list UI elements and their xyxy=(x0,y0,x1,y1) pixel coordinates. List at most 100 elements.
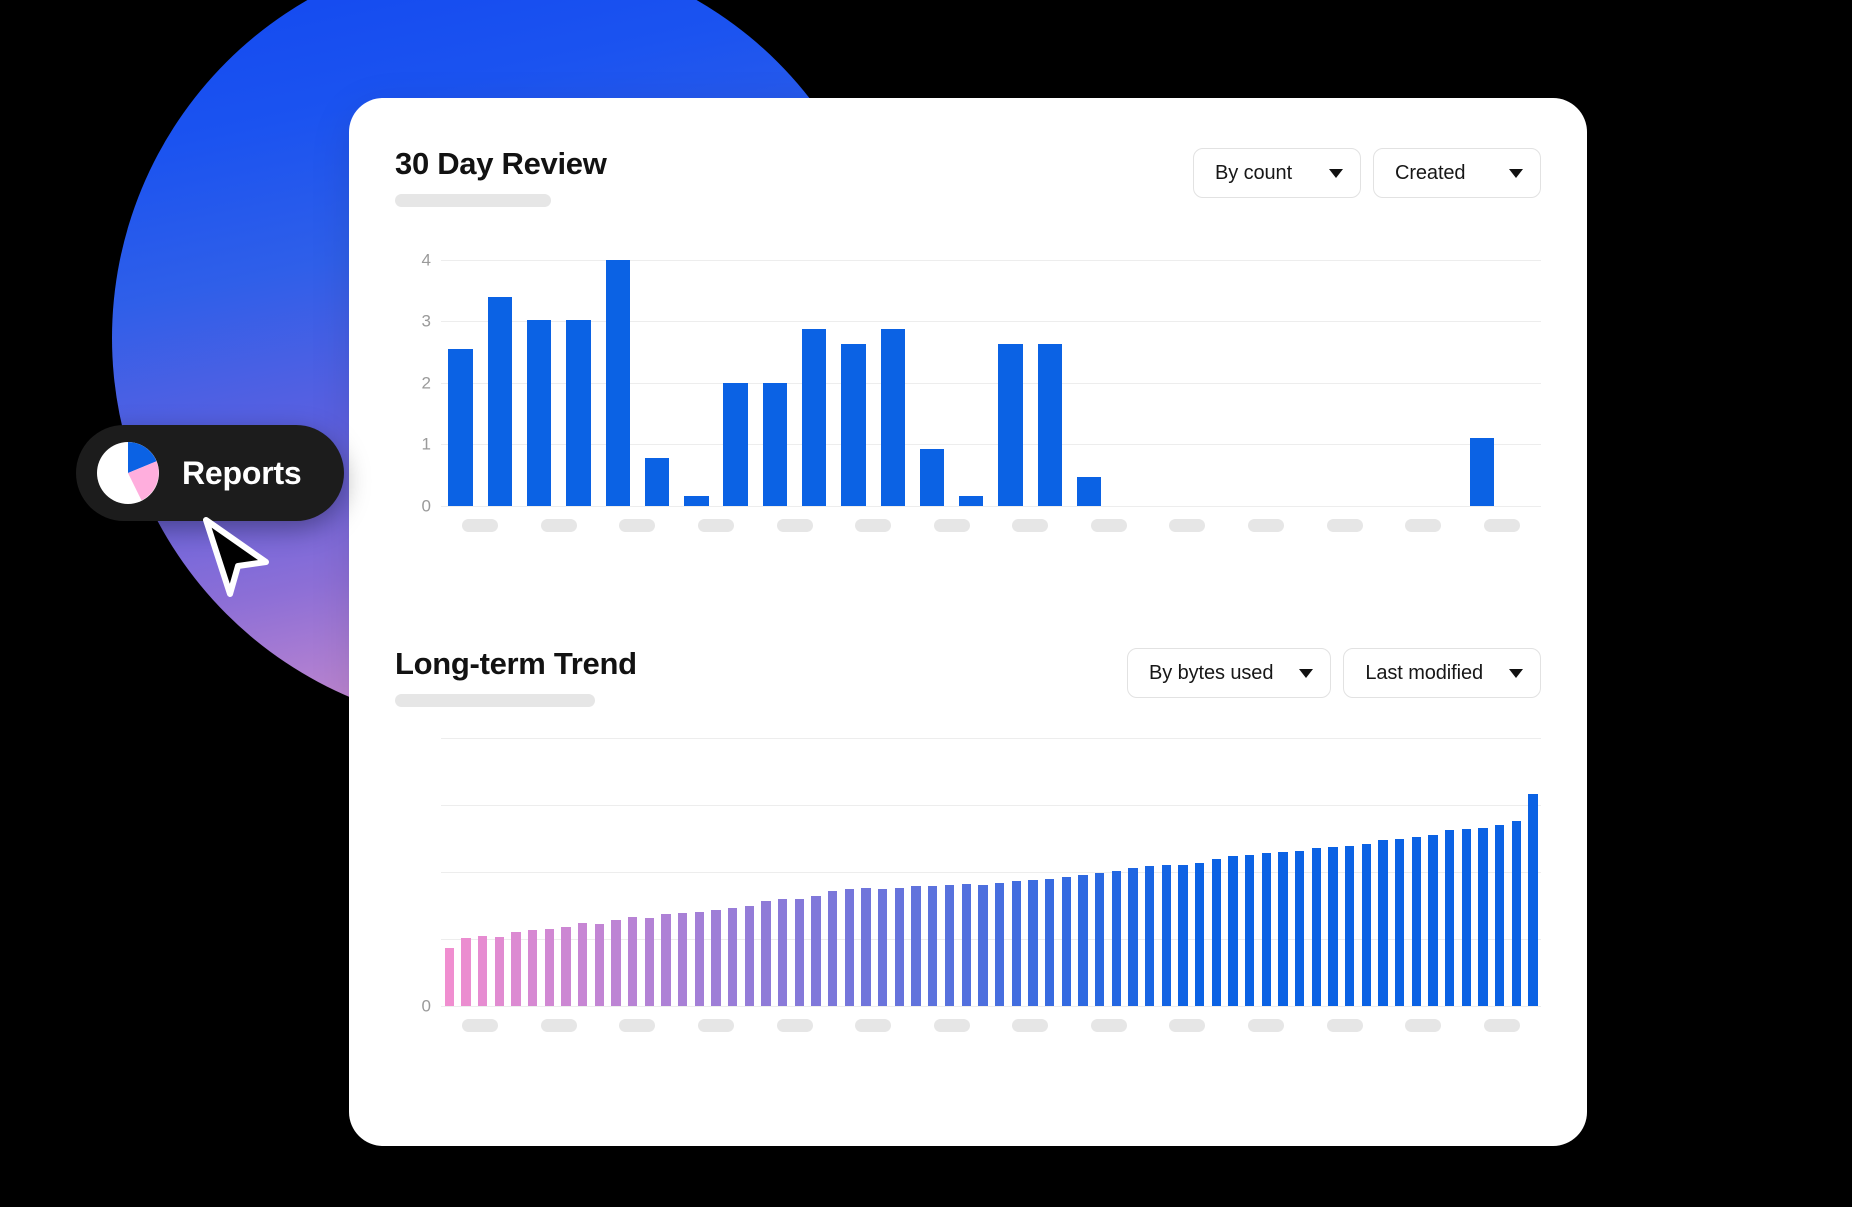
bar-slot[interactable] xyxy=(1462,238,1501,506)
bar[interactable] xyxy=(878,888,888,1006)
bar-slot[interactable] xyxy=(608,738,625,1006)
bar[interactable] xyxy=(594,924,605,1006)
bar-slot[interactable] xyxy=(458,738,475,1006)
date-field-select-modified[interactable]: Last modified xyxy=(1343,648,1541,698)
bar[interactable] xyxy=(528,930,538,1006)
bar-slot[interactable] xyxy=(658,738,675,1006)
bar-slot[interactable] xyxy=(808,738,825,1006)
bar[interactable] xyxy=(728,908,738,1006)
bar[interactable] xyxy=(944,885,955,1006)
bar-slot[interactable] xyxy=(598,238,637,506)
bar-slot[interactable] xyxy=(1502,238,1541,506)
bar-slot[interactable] xyxy=(724,738,741,1006)
bar-slot[interactable] xyxy=(480,238,519,506)
bar-slot[interactable] xyxy=(834,238,873,506)
bar-slot[interactable] xyxy=(1305,238,1344,506)
bar[interactable] xyxy=(1411,837,1421,1006)
bar[interactable] xyxy=(911,885,921,1006)
bar-slot[interactable] xyxy=(491,738,508,1006)
bar-slot[interactable] xyxy=(873,238,912,506)
bar-slot[interactable] xyxy=(1384,238,1423,506)
bar-slot[interactable] xyxy=(1408,738,1425,1006)
bar-slot[interactable] xyxy=(1091,738,1108,1006)
bar[interactable] xyxy=(566,319,591,506)
bar-slot[interactable] xyxy=(908,738,925,1006)
bar-slot[interactable] xyxy=(716,238,755,506)
bar-slot[interactable] xyxy=(637,238,676,506)
bar[interactable] xyxy=(811,895,821,1006)
bar[interactable] xyxy=(1461,828,1471,1006)
bar[interactable] xyxy=(802,328,827,506)
bar[interactable] xyxy=(880,328,905,506)
bar-slot[interactable] xyxy=(1425,738,1442,1006)
bar[interactable] xyxy=(1244,854,1255,1006)
bar[interactable] xyxy=(461,937,471,1006)
bar-slot[interactable] xyxy=(941,738,958,1006)
bar[interactable] xyxy=(861,888,871,1006)
bar-slot[interactable] xyxy=(1375,738,1392,1006)
bar[interactable] xyxy=(1011,881,1021,1006)
bar[interactable] xyxy=(1178,864,1188,1006)
bar[interactable] xyxy=(1094,872,1105,1006)
bar[interactable] xyxy=(544,928,555,1006)
bar-slot[interactable] xyxy=(874,738,891,1006)
bar[interactable] xyxy=(844,889,855,1006)
bar[interactable] xyxy=(1444,830,1455,1006)
bar-slot[interactable] xyxy=(975,738,992,1006)
bar-slot[interactable] xyxy=(1358,738,1375,1006)
bar-slot[interactable] xyxy=(1341,738,1358,1006)
bar[interactable] xyxy=(1328,847,1338,1006)
bar[interactable] xyxy=(959,495,984,506)
bar[interactable] xyxy=(694,911,705,1006)
bar[interactable] xyxy=(762,382,788,506)
bar-slot[interactable] xyxy=(795,238,834,506)
bar[interactable] xyxy=(661,914,671,1006)
bar-slot[interactable] xyxy=(441,238,480,506)
bar[interactable] xyxy=(1528,794,1538,1006)
bar-slot[interactable] xyxy=(1441,738,1458,1006)
bar-slot[interactable] xyxy=(1041,738,1058,1006)
bar[interactable] xyxy=(841,343,866,506)
bar-slot[interactable] xyxy=(824,738,841,1006)
bar[interactable] xyxy=(978,884,988,1006)
bar-slot[interactable] xyxy=(1508,738,1525,1006)
bar[interactable] xyxy=(1261,852,1271,1006)
bar[interactable] xyxy=(448,348,473,506)
bar-slot[interactable] xyxy=(1141,738,1158,1006)
bar[interactable] xyxy=(1361,843,1371,1006)
bar-slot[interactable] xyxy=(1475,738,1492,1006)
bar-slot[interactable] xyxy=(1344,238,1383,506)
bar-slot[interactable] xyxy=(641,738,658,1006)
bar[interactable] xyxy=(684,495,709,506)
bar-slot[interactable] xyxy=(1525,738,1542,1006)
bar-slot[interactable] xyxy=(574,738,591,1006)
bar[interactable] xyxy=(578,923,588,1006)
bar-slot[interactable] xyxy=(1175,738,1192,1006)
bar[interactable] xyxy=(444,948,454,1006)
bar-slot[interactable] xyxy=(1325,738,1342,1006)
bar-slot[interactable] xyxy=(1109,238,1148,506)
bar-slot[interactable] xyxy=(1070,238,1109,506)
bar[interactable] xyxy=(1037,343,1063,506)
bar-slot[interactable] xyxy=(1291,738,1308,1006)
bar[interactable] xyxy=(961,884,971,1006)
bar[interactable] xyxy=(644,457,670,506)
bar-slot[interactable] xyxy=(1491,738,1508,1006)
bar-slot[interactable] xyxy=(1125,738,1142,1006)
bar-slot[interactable] xyxy=(1025,738,1042,1006)
bar-slot[interactable] xyxy=(1108,738,1125,1006)
bar[interactable] xyxy=(794,898,805,1006)
bar-slot[interactable] xyxy=(1423,238,1462,506)
bar-slot[interactable] xyxy=(791,738,808,1006)
bar-slot[interactable] xyxy=(1058,738,1075,1006)
bar-slot[interactable] xyxy=(991,238,1030,506)
bar[interactable] xyxy=(919,449,945,506)
bar[interactable] xyxy=(1469,438,1495,506)
bar-slot[interactable] xyxy=(1241,738,1258,1006)
bar-slot[interactable] xyxy=(1308,738,1325,1006)
bar[interactable] xyxy=(487,296,513,506)
bar[interactable] xyxy=(1194,862,1205,1006)
bar[interactable] xyxy=(511,931,521,1006)
bar[interactable] xyxy=(1344,845,1355,1006)
bar[interactable] xyxy=(1144,866,1155,1006)
